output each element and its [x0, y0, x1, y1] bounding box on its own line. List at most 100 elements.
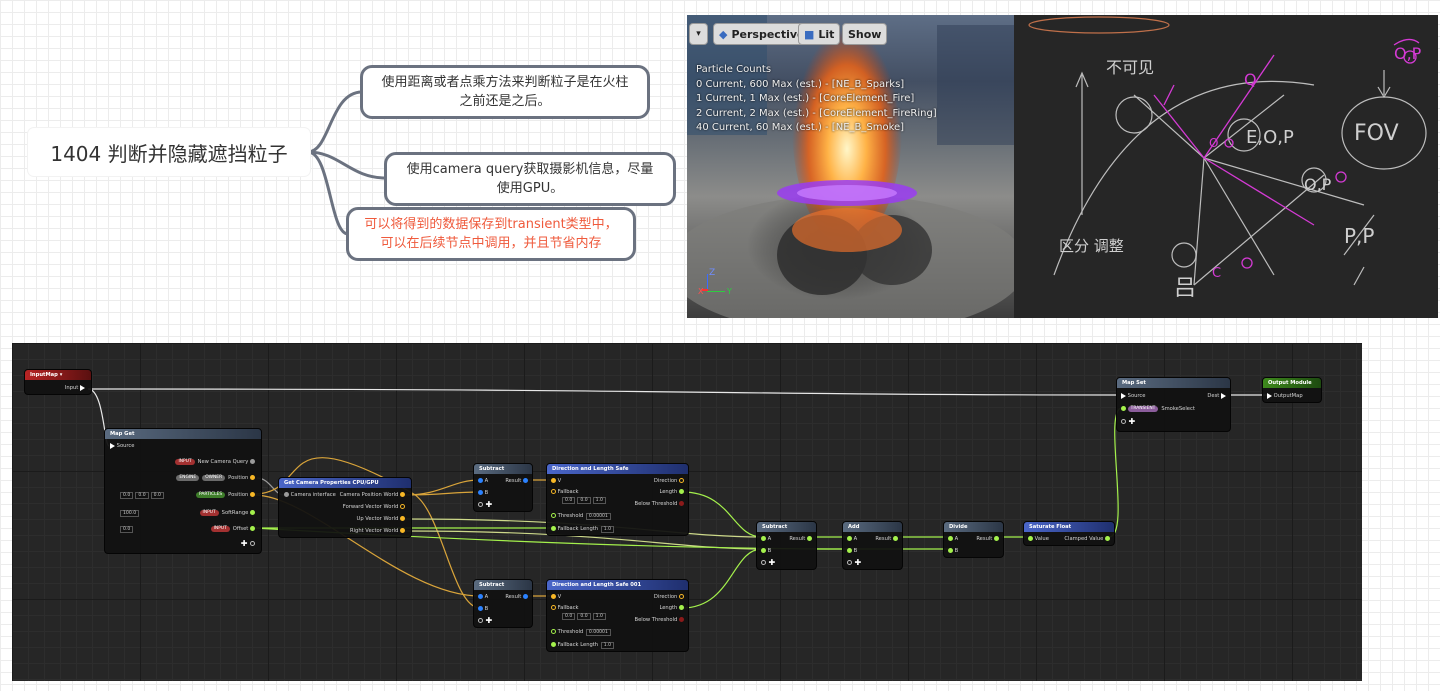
node-saturate-float[interactable]: Saturate Float Value Clamped Value [1023, 521, 1115, 546]
node-title: Map Set [1117, 378, 1230, 388]
pin-b[interactable]: B [478, 605, 488, 613]
pin-threshold[interactable]: Threshold 0.00001 [551, 512, 612, 520]
node-title: Divide [944, 522, 1003, 532]
pin-b[interactable]: B [478, 489, 488, 497]
node-direction-length-safe-001[interactable]: Direction and Length Safe 001 V Directio… [546, 579, 689, 652]
particle-count-line: 0 Current, 600 Max (est.) - [NE_B_Sparks… [696, 78, 905, 90]
add-pin-button[interactable]: ✚ [241, 540, 255, 548]
axis-x-label: X [698, 287, 704, 296]
mindmap-branch-distance[interactable]: 使用距离或者点乘方法来判断粒子是在火柱之前还是之后。 [360, 65, 650, 119]
node-direction-length-safe[interactable]: Direction and Length Safe V Direction Fa… [546, 463, 689, 536]
note-lu: 吕 [1174, 276, 1196, 301]
pin-forward-vector-world[interactable]: Forward Vector World [343, 503, 405, 511]
mindmap-branch-transient[interactable]: 可以将得到的数据保存到transient类型中，可以在后续节点中调用，并且节省内… [346, 207, 636, 261]
node-subtract-bottom[interactable]: Subtract A Result B ✚ [473, 579, 533, 628]
show-button[interactable]: Show [842, 23, 888, 45]
pin-result[interactable]: Result [875, 535, 898, 543]
note-c: C [1212, 266, 1221, 281]
whiteboard-drawing: 不可见 E,O,P FOV O,P P,P 区分 调整 吕 O,P Q O C [1028, 16, 1427, 301]
pin-direction[interactable]: Direction [654, 593, 684, 601]
note-adjust: 区分 调整 [1059, 237, 1124, 255]
lit-icon: ■ [804, 27, 815, 41]
pin-result[interactable]: Result [505, 477, 528, 485]
pin-length[interactable]: Length [659, 488, 684, 496]
pin-result[interactable]: Result [976, 535, 999, 543]
pin-output-map[interactable]: OutputMap [1267, 392, 1303, 400]
pin-b[interactable]: B [847, 547, 857, 555]
softrange-default-field[interactable]: 100.0 [119, 509, 140, 517]
pin-fallback[interactable]: Fallback [551, 604, 579, 612]
node-title: Saturate Float [1024, 522, 1114, 532]
pin-fallback-length[interactable]: Fallback Length 1.0 [551, 525, 615, 533]
node-divide[interactable]: Divide A Result B [943, 521, 1004, 558]
pin-length[interactable]: Length [659, 604, 684, 612]
node-title: InputMap ▾ [25, 370, 91, 380]
pin-offset[interactable]: INPUT Offset [210, 525, 255, 533]
node-subtract-mid[interactable]: Subtract A Result B ✚ [756, 521, 817, 570]
node-input-map[interactable]: InputMap ▾ Input [24, 369, 92, 395]
pin-a[interactable]: A [478, 593, 488, 601]
node-output-module[interactable]: Output Module OutputMap [1262, 377, 1322, 403]
pin-camera-position-world[interactable]: Camera Position World [340, 491, 405, 499]
pin-below-threshold[interactable]: Below Threshold [635, 500, 684, 508]
particle-count-line: 2 Current, 2 Max (est.) - [CoreElement_F… [696, 107, 937, 119]
fallback-field[interactable]: 0.0 0.0 1.0 [561, 496, 607, 504]
add-pin-button[interactable]: ✚ [761, 559, 775, 567]
node-get-camera-properties[interactable]: Get Camera Properties CPU/GPU Camera int… [278, 477, 412, 538]
node-title: Direction and Length Safe [547, 464, 688, 474]
particle-viewport[interactable]: ▾ ◆ Perspective ■ Lit Show Particle Counts… [687, 15, 1014, 318]
pin-v[interactable]: V [551, 593, 561, 601]
pin-engine-owner-position[interactable]: ENGINE OWNER Position [176, 474, 255, 482]
pin-a[interactable]: A [948, 535, 958, 543]
fallback-field[interactable]: 0.0 0.0 1.0 [561, 612, 607, 620]
offset-default-field[interactable]: 0.0 [119, 525, 134, 533]
note-q: Q [1244, 70, 1257, 89]
pin-smokeselect[interactable]: TRANSIENT SmokeSelect [1121, 405, 1195, 413]
note-invisible: 不可见 [1106, 58, 1154, 77]
pin-v[interactable]: V [551, 477, 561, 485]
node-title: Add [843, 522, 902, 532]
pin-particles-position[interactable]: PARTICLES Position [195, 491, 255, 499]
add-pin-button[interactable]: ✚ [1121, 418, 1135, 426]
pin-a[interactable]: A [761, 535, 771, 543]
add-pin-button[interactable]: ✚ [847, 559, 861, 567]
niagara-node-graph[interactable]: InputMap ▾ Input Map Get Source INPUT New… [12, 343, 1362, 681]
pin-a[interactable]: A [847, 535, 857, 543]
perspective-button[interactable]: ◆ Perspective [713, 23, 811, 45]
pin-direction[interactable]: Direction [654, 477, 684, 485]
pin-softrange[interactable]: INPUT SoftRange [199, 509, 255, 517]
node-map-get[interactable]: Map Get Source INPUT New Camera Query ENG… [104, 428, 262, 554]
pin-dest[interactable]: Dest [1207, 392, 1226, 400]
position-default-field[interactable]: 0.0 0.0 0.0 [119, 491, 165, 499]
pin-below-threshold[interactable]: Below Threshold [635, 616, 684, 624]
pin-fallback[interactable]: Fallback [551, 488, 579, 496]
pin-value[interactable]: Value [1028, 535, 1049, 543]
pin-b[interactable]: B [761, 547, 771, 555]
add-pin-button[interactable]: ✚ [478, 617, 492, 625]
pin-b[interactable]: B [948, 547, 958, 555]
mindmap-branch-camera-query[interactable]: 使用camera query获取摄影机信息，尽量使用GPU。 [384, 152, 676, 206]
pin-up-vector-world[interactable]: Up Vector World [357, 515, 405, 523]
node-title: Map Get [105, 429, 261, 439]
viewport-options-button[interactable]: ▾ [689, 23, 708, 45]
pin-new-camera-query[interactable]: INPUT New Camera Query [175, 458, 255, 466]
add-pin-button[interactable]: ✚ [478, 501, 492, 509]
pin-clamped-value[interactable]: Clamped Value [1064, 535, 1110, 543]
note-fov: FOV [1354, 121, 1399, 146]
pin-source[interactable]: Source [110, 442, 134, 450]
pin-a[interactable]: A [478, 477, 488, 485]
pin-threshold[interactable]: Threshold 0.00001 [551, 628, 612, 636]
node-add[interactable]: Add A Result B ✚ [842, 521, 903, 570]
pin-camera-interface[interactable]: Camera interface [284, 491, 336, 499]
pin-source[interactable]: Source [1121, 392, 1145, 400]
lit-button[interactable]: ■ Lit [798, 23, 841, 45]
pin-input[interactable]: Input [65, 384, 85, 392]
pin-result[interactable]: Result [789, 535, 812, 543]
mindmap-root-topic[interactable]: 1404 判断并隐藏遮挡粒子 [28, 128, 310, 176]
pin-result[interactable]: Result [505, 593, 528, 601]
pin-fallback-length[interactable]: Fallback Length 1.0 [551, 641, 615, 649]
node-subtract-top[interactable]: Subtract A Result B ✚ [473, 463, 533, 512]
particle-counts: Particle Counts 0 Current, 600 Max (est.… [696, 63, 937, 136]
node-map-set[interactable]: Map Set Source Dest TRANSIENT SmokeSelect… [1116, 377, 1231, 432]
pin-right-vector-world[interactable]: Right Vector World [350, 527, 405, 535]
